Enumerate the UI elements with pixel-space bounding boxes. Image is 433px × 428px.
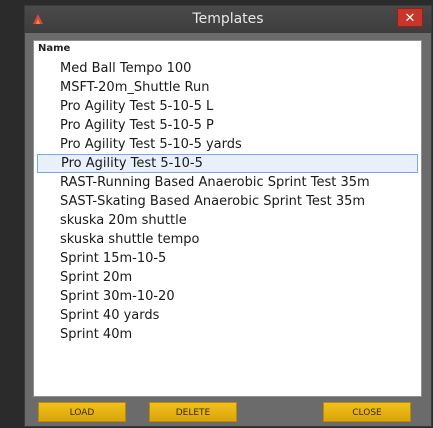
templates-dialog: Templates ✕ Name Med Ball Tempo 100 MSFT… xyxy=(25,6,431,426)
column-header-name[interactable]: Name xyxy=(34,41,421,57)
list-item[interactable]: Sprint 40m xyxy=(37,325,418,344)
title-bar[interactable]: Templates ✕ xyxy=(25,6,431,33)
list-item[interactable]: RAST-Running Based Anaerobic Sprint Test… xyxy=(37,173,418,192)
list-item[interactable]: Sprint 20m xyxy=(37,268,418,287)
button-bar: LOAD DELETE CLOSE xyxy=(33,402,422,422)
list-item[interactable]: Med Ball Tempo 100 xyxy=(37,59,418,78)
list-item[interactable]: skuska 20m shuttle xyxy=(37,211,418,230)
list-item[interactable]: MSFT-20m_Shuttle Run xyxy=(37,78,418,97)
list-item[interactable]: skuska shuttle tempo xyxy=(37,230,418,249)
templates-list[interactable]: Name Med Ball Tempo 100 MSFT-20m_Shuttle… xyxy=(33,40,422,397)
list-item[interactable]: Pro Agility Test 5-10-5 L xyxy=(37,97,418,116)
list-item[interactable]: Sprint 15m-10-5 xyxy=(37,249,418,268)
list-item[interactable]: Pro Agility Test 5-10-5 P xyxy=(37,116,418,135)
load-button[interactable]: LOAD xyxy=(38,402,126,422)
list-item-selected[interactable]: Pro Agility Test 5-10-5 xyxy=(37,154,418,173)
window-title: Templates xyxy=(192,11,264,27)
list-item[interactable]: Sprint 30m-10-20 xyxy=(37,287,418,306)
list-item[interactable]: Pro Agility Test 5-10-5 yards xyxy=(37,135,418,154)
list-item[interactable]: Sprint 40 yards xyxy=(37,306,418,325)
delete-button[interactable]: DELETE xyxy=(149,402,237,422)
list-item[interactable]: SAST-Skating Based Anaerobic Sprint Test… xyxy=(37,192,418,211)
close-window-button[interactable]: ✕ xyxy=(397,8,423,27)
close-button[interactable]: CLOSE xyxy=(323,402,411,422)
list-rows: Med Ball Tempo 100 MSFT-20m_Shuttle Run … xyxy=(34,57,421,344)
